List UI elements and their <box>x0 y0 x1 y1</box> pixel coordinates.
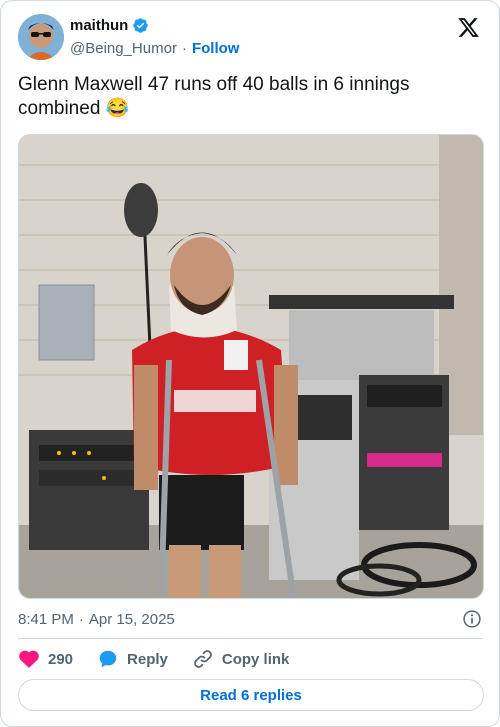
tweet-time: 8:41 PM <box>18 610 74 628</box>
name-row: maithun <box>70 17 149 34</box>
heart-icon <box>19 650 39 668</box>
link-icon <box>194 650 212 668</box>
action-bar: 290 Reply Copy link <box>18 648 313 670</box>
handle[interactable]: @Being_Humor <box>70 40 177 57</box>
tweet-text: Glenn Maxwell 47 runs off 40 balls in 6 … <box>18 74 410 119</box>
tweet-header: maithun @Being_Humor · Follow <box>18 14 482 62</box>
divider <box>18 638 482 639</box>
verified-badge-icon <box>133 18 149 33</box>
like-button[interactable]: 290 <box>18 648 73 670</box>
handle-row: @Being_Humor · Follow <box>70 40 239 57</box>
avatar[interactable] <box>18 14 64 60</box>
x-logo-icon[interactable] <box>457 16 480 39</box>
info-icon[interactable] <box>462 609 482 629</box>
tweet-date: Apr 15, 2025 <box>88 610 175 628</box>
reply-label: Reply <box>127 650 168 668</box>
copy-link-button[interactable]: Copy link <box>192 648 290 670</box>
avatar-image <box>18 14 64 60</box>
follow-button[interactable]: Follow <box>192 40 240 57</box>
copy-link-label: Copy link <box>221 650 290 668</box>
display-name[interactable]: maithun <box>70 17 128 34</box>
reply-bubble-icon <box>99 650 117 668</box>
like-count: 290 <box>48 650 74 668</box>
meta-separator: · <box>78 610 84 628</box>
photo-player-crutches-icon <box>19 135 483 598</box>
tweet-card: maithun @Being_Humor · Follow Glenn Maxw… <box>0 0 500 727</box>
separator: · <box>181 40 187 57</box>
reply-button[interactable]: Reply <box>97 648 168 670</box>
tweet-photo[interactable] <box>18 134 484 599</box>
read-replies-button[interactable]: Read 6 replies <box>18 679 484 711</box>
tweet-timestamp[interactable]: 8:41 PM · Apr 15, 2025 <box>18 609 482 629</box>
